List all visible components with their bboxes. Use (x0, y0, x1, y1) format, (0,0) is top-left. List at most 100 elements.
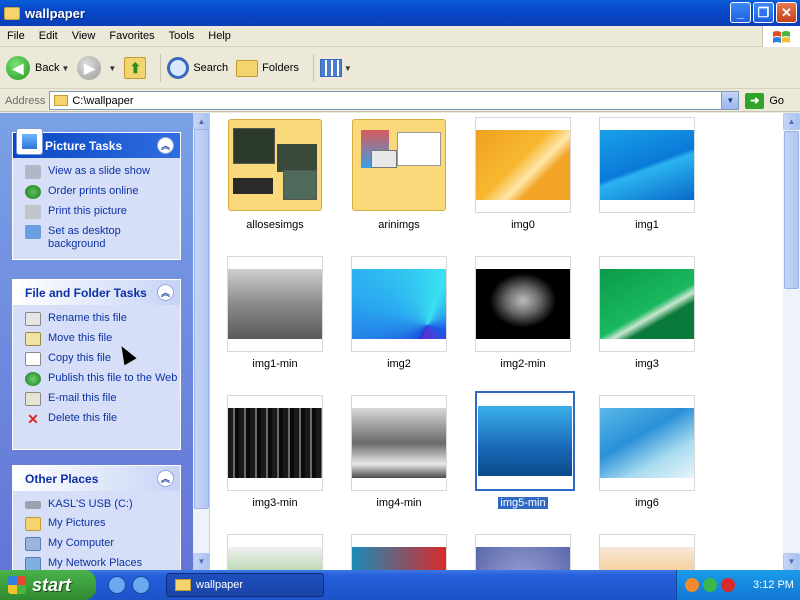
task-publish[interactable]: Publish this file to the Web (25, 372, 180, 386)
chevron-down-icon[interactable]: ▼ (61, 64, 69, 73)
picture-tasks-header[interactable]: Picture Tasks ︽ (13, 128, 180, 158)
file-item-image[interactable]: img3-min (227, 395, 323, 509)
file-item-image[interactable]: img3 (599, 256, 695, 370)
task-pane: Picture Tasks ︽ View as a slide show Ord… (0, 113, 193, 570)
internet-explorer-icon[interactable] (108, 576, 126, 594)
place-label: My Computer (48, 537, 115, 549)
file-item-image[interactable]: img0 (475, 117, 571, 231)
scroll-down-icon[interactable]: ▼ (783, 553, 800, 570)
file-item-image[interactable]: img2 (351, 256, 447, 370)
other-places-header[interactable]: Other Places ︽ (13, 466, 180, 491)
chevron-down-icon[interactable]: ▼ (721, 92, 739, 109)
collapse-icon[interactable]: ︽ (157, 470, 174, 487)
file-item-folder[interactable]: arinimgs (351, 117, 447, 231)
collapse-icon[interactable]: ︽ (157, 137, 174, 154)
system-tray: 3:12 PM (676, 570, 800, 600)
menu-view[interactable]: View (65, 30, 103, 42)
place-usb[interactable]: KASL'S USB (C:) (25, 498, 180, 511)
delete-icon: ✕ (27, 411, 39, 427)
taskbar-window-button[interactable]: wallpaper (166, 573, 324, 597)
toolbar-separator (160, 54, 162, 82)
file-item-image[interactable]: img1 (599, 117, 695, 231)
image-thumbnail (352, 269, 446, 339)
menu-file[interactable]: File (0, 30, 32, 42)
task-pane-scrollbar[interactable]: ▲ ▼ (193, 113, 210, 570)
file-name: arinimgs (378, 219, 420, 231)
file-item-image[interactable]: img6 (599, 395, 695, 509)
folder-icon (54, 95, 69, 106)
close-button[interactable]: ✕ (776, 2, 797, 23)
file-item-image[interactable]: img4-min (351, 395, 447, 509)
file-item-image-partial[interactable] (475, 534, 571, 570)
scrollbar-thumb[interactable] (784, 131, 799, 289)
file-item-image[interactable]: img2-min (475, 256, 571, 370)
task-label: Rename this file (48, 312, 127, 324)
scroll-up-icon[interactable]: ▲ (783, 113, 800, 130)
menu-favorites[interactable]: Favorites (102, 30, 161, 42)
file-item-image-partial[interactable] (599, 534, 695, 570)
file-item-image-partial[interactable] (227, 534, 323, 570)
clock[interactable]: 3:12 PM (753, 579, 794, 591)
browser-icon[interactable] (132, 576, 150, 594)
task-view-slideshow[interactable]: View as a slide show (25, 165, 180, 179)
up-button[interactable]: ⬆ (124, 57, 147, 79)
address-input[interactable]: C:\wallpaper ▼ (49, 91, 740, 110)
task-move[interactable]: Move this file (25, 332, 180, 346)
maximize-button[interactable]: ❐ (753, 2, 774, 23)
thumbnail-frame (351, 117, 447, 213)
window-title: wallpaper (25, 5, 85, 21)
file-item-image-partial[interactable] (351, 534, 447, 570)
start-button[interactable]: start (0, 570, 96, 600)
task-print-picture[interactable]: Print this picture (25, 205, 180, 219)
task-rename[interactable]: Rename this file (25, 312, 180, 326)
title-bar[interactable]: wallpaper _ ❐ ✕ (0, 0, 800, 26)
image-thumbnail (228, 408, 322, 478)
scroll-up-icon[interactable]: ▲ (193, 113, 210, 130)
scrollbar-thumb[interactable] (194, 129, 209, 509)
image-thumbnail (478, 406, 572, 476)
file-view-scrollbar[interactable]: ▲ ▼ (783, 113, 800, 570)
back-button[interactable]: ◀ Back ▼ (6, 56, 69, 80)
menu-help[interactable]: Help (201, 30, 238, 42)
minimize-button[interactable]: _ (730, 2, 751, 23)
picture-tasks-title: Picture Tasks (45, 138, 123, 153)
thumbnail-frame (227, 117, 323, 213)
file-item-folder[interactable]: allosesimgs (227, 117, 323, 231)
security-shield-icon[interactable] (721, 578, 735, 592)
folders-button[interactable]: Folders (236, 59, 299, 77)
task-order-prints[interactable]: Order prints online (25, 185, 180, 199)
scroll-down-icon[interactable]: ▼ (193, 553, 210, 570)
file-item-image[interactable]: img1-min (227, 256, 323, 370)
task-delete[interactable]: ✕ Delete this file (25, 412, 180, 426)
menu-edit[interactable]: Edit (32, 30, 65, 42)
collapse-icon[interactable]: ︽ (157, 284, 174, 301)
other-places-title: Other Places (25, 471, 99, 486)
chevron-down-icon[interactable]: ▼ (344, 64, 352, 73)
drive-icon (25, 501, 41, 509)
search-button[interactable]: Search (167, 57, 228, 79)
go-label: Go (769, 94, 785, 107)
forward-button[interactable]: ▶ ▼ (77, 56, 116, 80)
place-my-network[interactable]: My Network Places (25, 557, 180, 570)
file-item-image-selected[interactable]: img5-min (475, 391, 575, 509)
file-name: img4-min (376, 497, 422, 509)
task-set-desktop[interactable]: Set as desktop background (25, 225, 180, 251)
task-copy[interactable]: Copy this file (25, 352, 180, 366)
search-tray-icon[interactable] (685, 578, 699, 592)
place-my-pictures[interactable]: My Pictures (25, 517, 180, 531)
task-label: Print this picture (48, 205, 127, 217)
back-arrow-icon: ◀ (6, 56, 30, 80)
network-tray-icon[interactable] (703, 578, 717, 592)
place-my-computer[interactable]: My Computer (25, 537, 180, 551)
file-view[interactable]: allosesimgs arinimgs img0 img1 img1-min (193, 113, 784, 570)
go-button[interactable]: ➜ Go (745, 92, 785, 109)
file-name-selected[interactable]: img5-min (475, 497, 571, 509)
file-tasks-header[interactable]: File and Folder Tasks ︽ (13, 280, 180, 305)
chevron-down-icon[interactable]: ▼ (108, 64, 116, 73)
views-button[interactable]: ▼ (319, 59, 352, 77)
thumbnail-frame (351, 534, 447, 570)
menu-tools[interactable]: Tools (162, 30, 202, 42)
views-icon (319, 59, 342, 77)
picture-tasks-panel: Picture Tasks ︽ View as a slide show Ord… (12, 128, 181, 260)
task-email[interactable]: E-mail this file (25, 392, 180, 406)
